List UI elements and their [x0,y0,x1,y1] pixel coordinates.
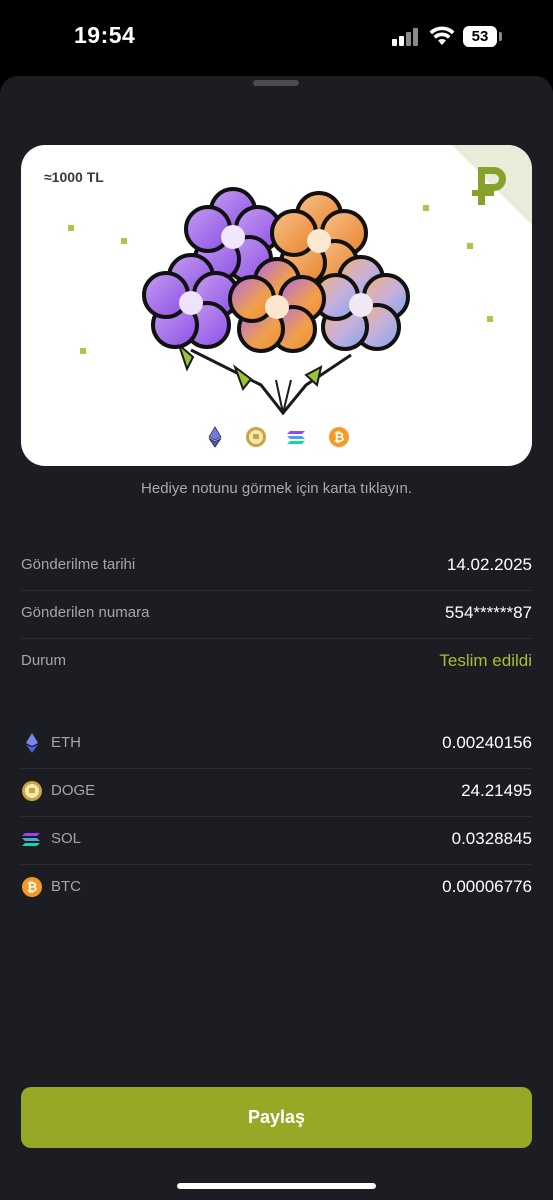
ethereum-icon [208,426,222,448]
dogecoin-icon [246,427,266,447]
battery-cap [499,32,502,41]
detail-label: Gönderilen numara [21,604,150,621]
status-time: 19:54 [74,22,136,48]
cellular-signal-icon [392,28,422,46]
detail-value: 554******87 [445,603,532,622]
asset-value: 24.21495 [461,781,532,800]
wifi-icon [429,26,455,45]
solana-icon [287,431,305,444]
asset-value: 0.00006776 [442,877,532,896]
svg-text:₿: ₿ [27,880,38,895]
papara-logo-icon [472,167,506,205]
asset-name: ETH [51,734,81,751]
detail-row-sent-date: Gönderilme tarihi 14.02.2025 [21,542,532,591]
gift-amount: ≈1000 TL [44,169,104,185]
asset-row-doge: DOGE 24.21495 [21,768,532,817]
home-indicator[interactable] [177,1183,376,1189]
gift-card[interactable]: ≈1000 TL ₿ [21,145,532,466]
share-button[interactable]: Paylaş [21,1087,532,1148]
asset-name: DOGE [51,782,96,799]
battery-icon: 53 [463,26,497,47]
detail-row-sent-number: Gönderilen numara 554******87 [21,590,532,639]
asset-value: 0.00240156 [442,733,532,752]
asset-name: SOL [51,830,82,847]
asset-row-eth: ETH 0.00240156 [21,720,532,769]
asset-row-sol: SOL 0.0328845 [21,816,532,865]
detail-row-status: Durum Teslim edildi [21,638,532,686]
status-bar: 19:54 53 [0,0,553,74]
solana-icon [22,833,40,846]
svg-text:₿: ₿ [334,430,345,445]
detail-label: Gönderilme tarihi [21,556,136,573]
status-badge: Teslim edildi [439,651,532,670]
detail-value: 14.02.2025 [446,555,532,574]
detail-label: Durum [21,652,67,669]
gift-note-hint: Hediye notunu görmek için karta tıklayın… [141,480,412,497]
bitcoin-icon: ₿ [329,427,349,447]
card-coin-icons: ₿ [21,426,532,450]
bitcoin-icon: ₿ [22,877,42,897]
asset-name: BTC [51,878,81,895]
asset-value: 0.0328845 [451,829,532,848]
asset-row-btc: ₿ BTC 0.00006776 [21,864,532,912]
sheet-grabber-handle[interactable] [253,80,299,86]
ethereum-icon [26,733,38,753]
dogecoin-icon [22,781,42,801]
